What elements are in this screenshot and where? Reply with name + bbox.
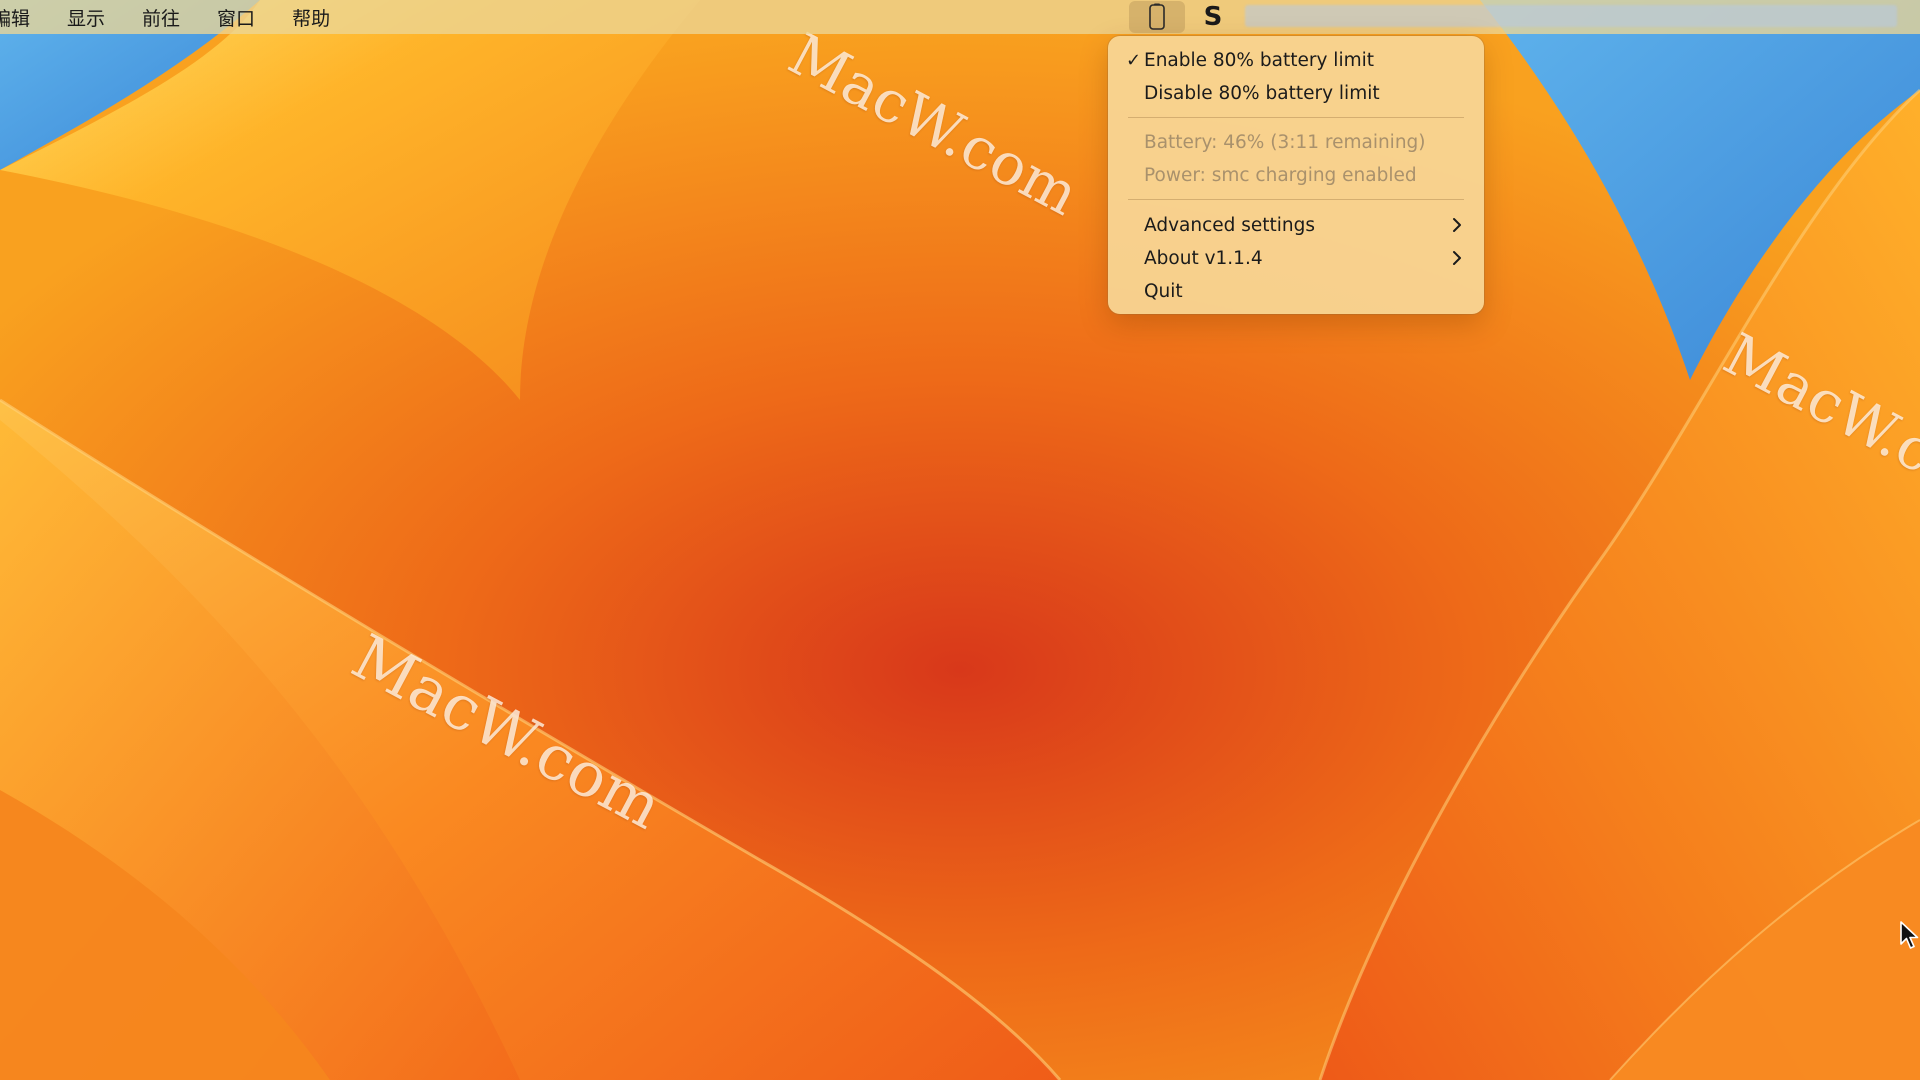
chevron-right-icon <box>1453 251 1461 265</box>
battery-icon <box>1149 3 1165 30</box>
menu-item-label: About v1.1.4 <box>1144 247 1263 269</box>
menu-item-label: Quit <box>1144 280 1183 302</box>
menu-bar-app-menus: 编辑 显示 前往 窗口 帮助 <box>0 0 367 34</box>
menu-window[interactable]: 窗口 <box>217 4 255 31</box>
s-icon: S <box>1203 2 1223 32</box>
menu-item-label: Disable 80% battery limit <box>1144 82 1380 104</box>
menu-item-enable-limit[interactable]: ✓ Enable 80% battery limit <box>1114 45 1478 75</box>
battery-limit-status-item[interactable] <box>1129 1 1185 33</box>
menu-item-label: Advanced settings <box>1144 214 1316 236</box>
menu-item-label: Power: smc charging enabled <box>1144 164 1417 186</box>
menu-item-power-status: Power: smc charging enabled <box>1114 160 1478 190</box>
chevron-right-icon <box>1453 218 1461 232</box>
menu-item-label: Battery: 46% (3:11 remaining) <box>1144 131 1426 153</box>
redacted-status-area <box>1245 5 1897 27</box>
menu-item-label: Enable 80% battery limit <box>1144 49 1374 71</box>
battery-limit-menu: ✓ Enable 80% battery limit Disable 80% b… <box>1108 36 1484 314</box>
menu-item-quit[interactable]: Quit <box>1114 276 1478 306</box>
menu-edit[interactable]: 编辑 <box>0 4 30 31</box>
menu-item-disable-limit[interactable]: Disable 80% battery limit <box>1114 78 1478 108</box>
menu-bar: 编辑 显示 前往 窗口 帮助 S <box>0 0 1920 34</box>
menu-view[interactable]: 显示 <box>67 4 105 31</box>
menu-separator <box>1128 199 1464 200</box>
menu-item-advanced-settings[interactable]: Advanced settings <box>1114 210 1478 240</box>
s-app-status-item[interactable]: S <box>1196 1 1230 33</box>
desktop: MacW.com MacW.com MacW.com 编辑 显示 前往 窗口 帮… <box>0 0 1920 1080</box>
menu-go[interactable]: 前往 <box>142 4 180 31</box>
checkmark-icon: ✓ <box>1126 49 1142 71</box>
mouse-cursor-icon <box>1900 921 1919 949</box>
menu-help[interactable]: 帮助 <box>292 4 330 31</box>
menu-item-battery-status: Battery: 46% (3:11 remaining) <box>1114 127 1478 157</box>
menu-separator <box>1128 117 1464 118</box>
menu-item-about[interactable]: About v1.1.4 <box>1114 243 1478 273</box>
